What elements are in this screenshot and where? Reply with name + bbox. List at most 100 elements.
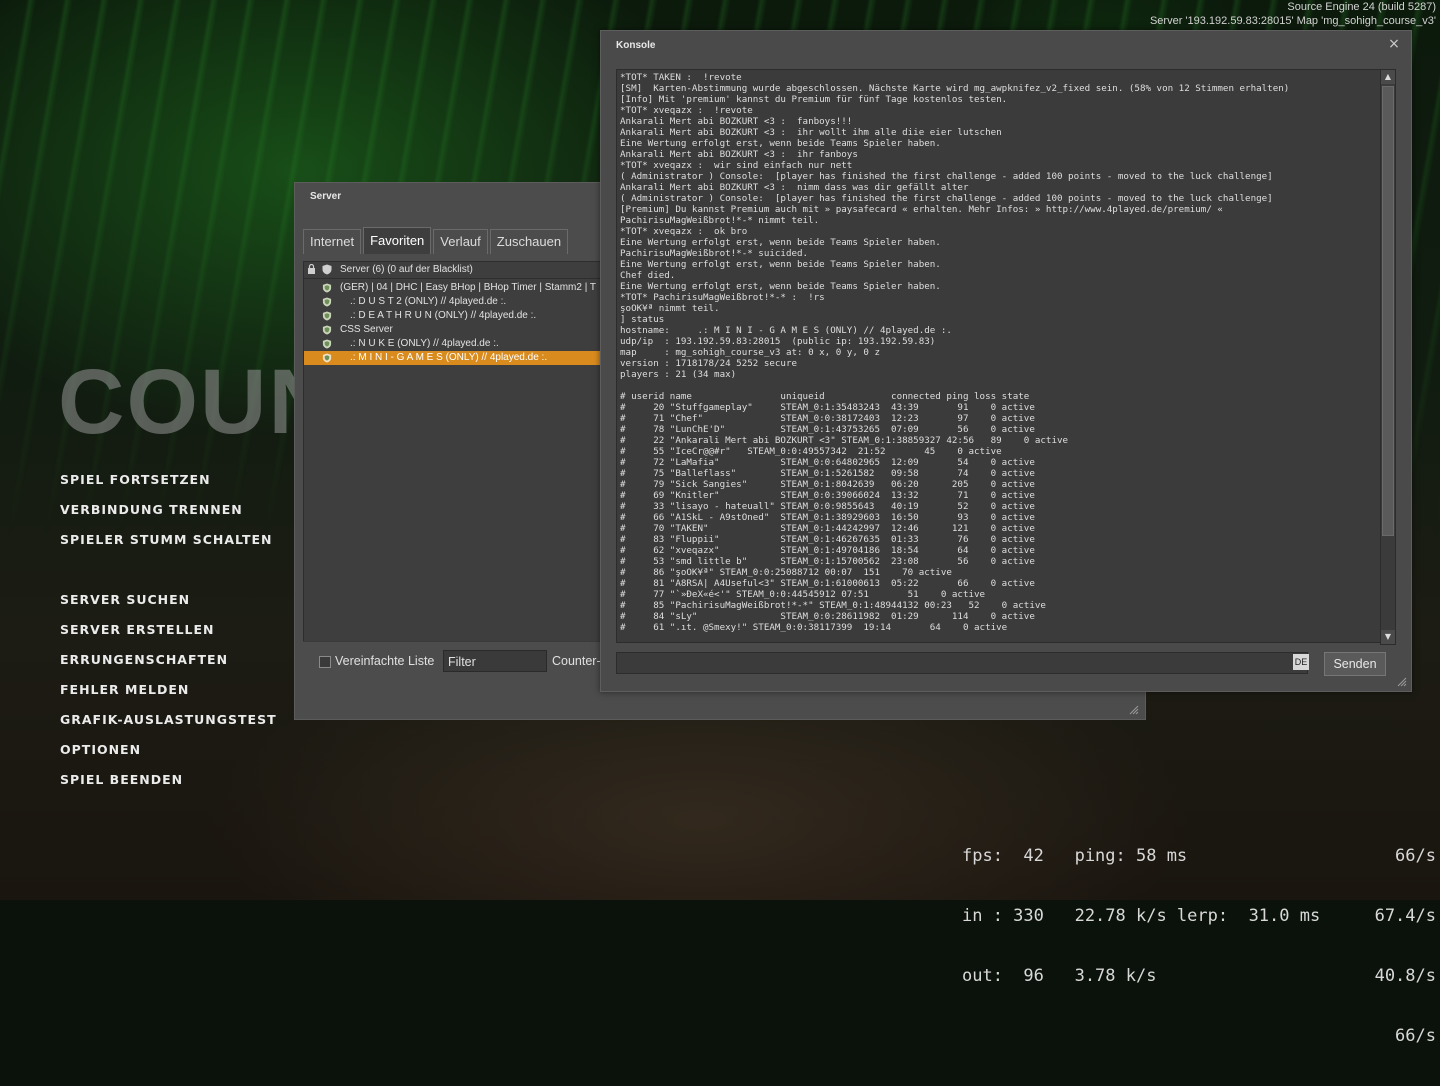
simplified-list-checkbox[interactable]: [319, 656, 331, 668]
console-line: Ankarali Mert abi BOZKURT <3 : ihr fanbo…: [620, 149, 858, 160]
engine-info: Source Engine 24 (build 5287) Server '19…: [1150, 0, 1436, 28]
server-name: .: D U S T 2 (ONLY) // 4played.de :.: [350, 296, 507, 307]
menu-report-bug[interactable]: FEHLER MELDEN: [60, 682, 277, 712]
console-scrollbar[interactable]: ▲ ▼: [1380, 69, 1396, 645]
menu-mute-players[interactable]: SPIELER STUMM SCHALTEN: [60, 532, 277, 562]
language-indicator: DE: [1293, 654, 1309, 670]
console-line: *TOT* xveqazx : !revote: [620, 105, 753, 116]
resize-grip-icon[interactable]: [1397, 677, 1407, 687]
console-line: # userid name uniqueid connected ping lo…: [620, 391, 1030, 402]
server-name: CSS Server: [340, 324, 393, 335]
console-line: # 62 "xveqazx" STEAM_0:1:49704186 18:54 …: [620, 545, 1035, 556]
console-line: Ankarali Mert abi BOZKURT <3 : nimm dass…: [620, 182, 969, 193]
server-list: Server (6) (0 auf der Blacklist) (GER) |…: [303, 261, 605, 643]
console-line: Chef died.: [620, 270, 676, 281]
menu-create-server[interactable]: SERVER ERSTELLEN: [60, 622, 277, 652]
net-graph-rate: 66/s: [1395, 1026, 1436, 1046]
console-line: # 53 "smd little b" STEAM_0:1:15700562 2…: [620, 556, 1035, 567]
console-line: # 75 "Balleflass" STEAM_0:1:5261582 09:5…: [620, 468, 1035, 479]
tab-internet[interactable]: Internet: [303, 229, 362, 254]
server-row-selected[interactable]: .: M I N I - G A M E S (ONLY) // 4played…: [304, 351, 604, 365]
vac-shield-icon: [322, 339, 332, 349]
server-row[interactable]: CSS Server: [304, 323, 604, 337]
server-list-header[interactable]: Server (6) (0 auf der Blacklist): [304, 262, 604, 279]
menu-achievements[interactable]: ERRUNGENSCHAFTEN: [60, 652, 277, 682]
console-line: # 84 "sLy" STEAM_0:0:28611982 01:29 114 …: [620, 611, 1035, 622]
console-line: # 33 "lisayo - hateuall" STEAM_0:0:98556…: [620, 501, 1035, 512]
console-line: # 81 "A8RSA| A4Useful<3" STEAM_0:1:61000…: [620, 578, 1035, 589]
console-line: # 85 "PachirisuMagWeißbrot!*-*" STEAM_0:…: [620, 600, 1046, 611]
net-graph-rate: 67.4/s: [1374, 906, 1436, 926]
console-line: [Premium] Du kannst Premium auch mit » p…: [620, 204, 1223, 215]
console-line: PachirisuMagWeißbrot!*-* nimmt teil.: [620, 215, 820, 226]
console-line: # 72 "LaMafia" STEAM_0:0:64802965 12:09 …: [620, 457, 1035, 468]
console-line: # 83 "Fluppii" STEAM_0:1:46267635 01:33 …: [620, 534, 1035, 545]
close-icon[interactable]: ×: [1387, 37, 1401, 51]
server-name: .: D E A T H R U N (ONLY) // 4played.de …: [350, 310, 537, 321]
console-line: # 61 ".ıt. @Smexy!" STEAM_0:0:38117399 1…: [620, 622, 1008, 633]
console-line: # 66 "A1SkL - A9stOned" STEAM_0:1:389296…: [620, 512, 1035, 523]
tab-spectate[interactable]: Zuschauen: [489, 229, 569, 254]
simplified-list-label: Vereinfachte Liste: [335, 654, 435, 668]
menu-disconnect[interactable]: VERBINDUNG TRENNEN: [60, 502, 277, 532]
scroll-up-icon[interactable]: ▲: [1381, 70, 1395, 84]
console-line: ( Administrator ) Console: [player has f…: [620, 171, 1273, 182]
console-line: Ankarali Mert abi BOZKURT <3 : ihr wollt…: [620, 127, 1002, 138]
console-line: [Info] Mit 'premium' kannst du Premium f…: [620, 94, 1008, 105]
console-line: # 69 "Knitler" STEAM_0:0:39066024 13:32 …: [620, 490, 1035, 501]
menu-spacer: [60, 562, 277, 592]
scrollbar-thumb[interactable]: [1382, 86, 1394, 536]
vac-shield-icon: [322, 297, 332, 307]
resize-grip-icon[interactable]: [1129, 705, 1139, 715]
console-line: version : 1718178/24 5252 secure: [620, 358, 798, 369]
console-line: players : 21 (34 max): [620, 369, 737, 380]
server-filter-bar: Vereinfachte Liste Filter Counter-: [303, 641, 603, 682]
send-button[interactable]: Senden: [1324, 652, 1386, 676]
console-line: *TOT* xveqazx : ok bro: [620, 226, 748, 237]
server-row[interactable]: .: D U S T 2 (ONLY) // 4played.de :.: [304, 295, 604, 309]
menu-resume-game[interactable]: SPIEL FORTSETZEN: [60, 472, 277, 502]
server-row[interactable]: (GER) | 04 | DHC | Easy BHop | BHop Time…: [304, 281, 604, 295]
scroll-down-icon[interactable]: ▼: [1381, 630, 1395, 644]
server-row[interactable]: .: D E A T H R U N (ONLY) // 4played.de …: [304, 309, 604, 323]
vac-shield-icon: [322, 353, 332, 363]
console-line: Eine Wertung erfolgt erst, wenn beide Te…: [620, 281, 941, 292]
console-line: # 77 "`»ÐeX«é<'" STEAM_0:0:44545912 07:5…: [620, 589, 986, 600]
tab-history[interactable]: Verlauf: [433, 229, 488, 254]
server-row[interactable]: .: N U K E (ONLY) // 4played.de :.: [304, 337, 604, 351]
server-tabs: Internet Favoriten Verlauf Zuschauen: [303, 227, 570, 255]
console-line: Ankarali Mert abi BOZKURT <3 : fanboys!!…: [620, 116, 853, 127]
console-line: *TOT* TAKEN : !revote: [620, 72, 742, 83]
console-output: *TOT* TAKEN : !revote [SM] Karten-Abstimm…: [616, 69, 1382, 643]
console-line: Eine Wertung erfolgt erst, wenn beide Te…: [620, 237, 941, 248]
console-line: şoOK¥ª nimmt teil.: [620, 303, 720, 314]
server-name: (GER) | 04 | DHC | Easy BHop | BHop Time…: [340, 282, 597, 293]
main-menu: SPIEL FORTSETZEN VERBINDUNG TRENNEN SPIE…: [60, 472, 277, 802]
net-graph-rates: 66/s 67.4/s 40.8/s 66/s: [962, 806, 1436, 1086]
engine-server-map: Server '193.192.59.83:28015' Map 'mg_soh…: [1149, 15, 1436, 27]
console-line: [SM] Karten-Abstimmung wurde abgeschloss…: [620, 83, 1290, 94]
menu-options[interactable]: OPTIONEN: [60, 742, 277, 772]
server-count-label: Server (6) (0 auf der Blacklist): [340, 264, 473, 275]
console-title: Konsole: [616, 40, 656, 51]
console-window: Konsole × *TOT* TAKEN : !revote [SM] Kart…: [600, 30, 1412, 692]
menu-quit-game[interactable]: SPIEL BEENDEN: [60, 772, 277, 802]
console-text: *TOT* TAKEN : !revote [SM] Karten-Abstimm…: [617, 70, 1381, 635]
console-line: # 70 "TAKEN" STEAM_0:1:44242997 12:46 12…: [620, 523, 1035, 534]
vac-shield-icon: [322, 311, 332, 321]
menu-stress-test[interactable]: GRAFIK-AUSLASTUNGSTEST: [60, 712, 277, 742]
filter-input[interactable]: Filter: [443, 650, 547, 672]
server-window-title: Server: [310, 191, 342, 202]
console-line: # 55 "IceCr@@#r" STEAM_0:0:49557342 21:5…: [620, 446, 1002, 457]
vac-shield-icon: [322, 325, 332, 335]
engine-build: Source Engine 24 (build 5287): [1287, 1, 1436, 13]
console-line: *TOT* xveqazx : wir sind einfach nur net…: [620, 160, 853, 171]
console-line: # 22 "Ankarali Mert abi BOZKURT <3" STEA…: [620, 435, 1069, 446]
console-input[interactable]: [616, 652, 1308, 674]
server-name: .: M I N I - G A M E S (ONLY) // 4played…: [350, 352, 548, 363]
console-line: # 78 "LunChE'D" STEAM_0:1:43753265 07:09…: [620, 424, 1035, 435]
tab-favorites[interactable]: Favoriten: [363, 227, 432, 254]
net-graph: fps: 42 ping: 58 ms in : 330 22.78 k/s l…: [962, 806, 1436, 1046]
menu-find-servers[interactable]: SERVER SUCHEN: [60, 592, 277, 622]
